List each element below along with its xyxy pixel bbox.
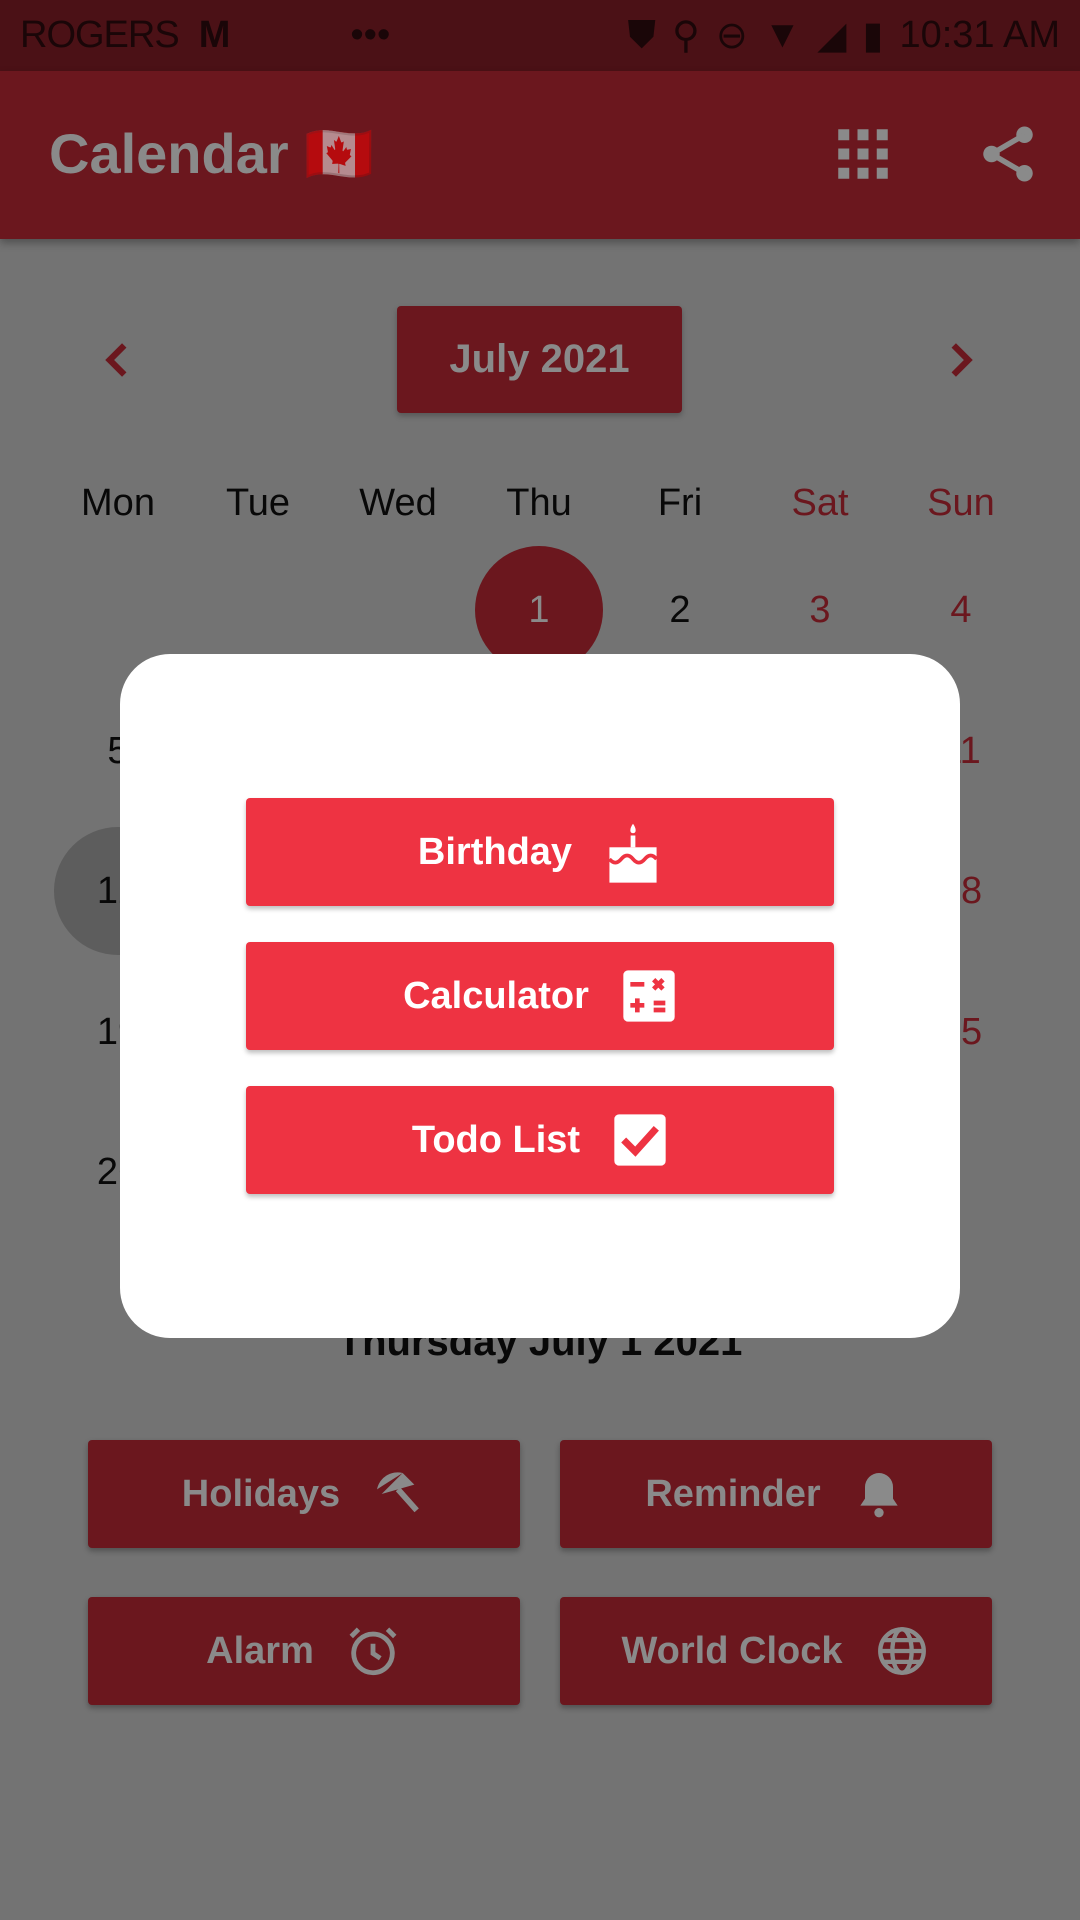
holidays-button[interactable]: Holidays — [88, 1440, 520, 1548]
alarm-clock-icon — [349, 1627, 397, 1676]
weekday-sun: Sun — [927, 482, 995, 524]
reminder-label: Reminder — [645, 1472, 821, 1515]
calculator-icon — [623, 970, 675, 1022]
location-icon: ⚲ — [671, 15, 700, 57]
canada-flag-icon: 🇨🇦 — [304, 122, 374, 185]
month-picker-button[interactable]: July 2021 — [397, 306, 682, 413]
todo-list-button[interactable]: Todo List — [246, 1086, 834, 1194]
world-clock-label: World Clock — [621, 1629, 843, 1672]
signal-icon: ◢ — [817, 15, 847, 57]
battery-icon: ▮ — [862, 15, 884, 57]
bell-icon — [859, 1473, 898, 1518]
prev-month-button[interactable] — [93, 335, 143, 385]
weekday-fri: Fri — [657, 482, 703, 524]
calculator-button[interactable]: Calculator — [246, 942, 834, 1050]
calculator-label: Calculator — [403, 974, 589, 1017]
gmail-icon: M — [198, 14, 231, 56]
birthday-label: Birthday — [417, 830, 573, 873]
more-notifications: ••• — [350, 14, 391, 56]
weekday-thu: Thu — [506, 482, 572, 524]
share-icon[interactable] — [975, 121, 1041, 187]
shield-icon: ⛊ — [627, 14, 656, 56]
reminder-button[interactable]: Reminder — [560, 1440, 992, 1548]
holidays-label: Holidays — [181, 1472, 341, 1515]
todo-list-label: Todo List — [411, 1118, 581, 1161]
weekday-wed: Wed — [359, 482, 437, 524]
checkbox-icon — [614, 1114, 666, 1166]
app-title: Calendar 🇨🇦 — [49, 121, 374, 187]
tools-dialog: Birthday Calculator Todo List — [120, 654, 960, 1338]
grid-icon[interactable] — [830, 121, 896, 187]
world-clock-button[interactable]: World Clock — [560, 1597, 992, 1705]
weekday-tue: Tue — [225, 482, 291, 524]
alarm-label: Alarm — [206, 1629, 314, 1672]
wifi-icon: ▼ — [763, 14, 802, 56]
app-bar: Calendar 🇨🇦 — [0, 71, 1080, 239]
globe-icon — [877, 1627, 926, 1675]
title-text: Calendar — [49, 122, 289, 185]
birthday-button[interactable]: Birthday — [246, 798, 834, 906]
status-bar: ROGERS M ••• ⛊ ⚲ ⊖ ▼ ◢ ▮ 10:31 AM — [0, 0, 1080, 71]
dnd-icon: ⊖ — [715, 15, 748, 57]
beach-umbrella-icon — [377, 1472, 420, 1513]
carrier-label: ROGERS — [20, 14, 180, 56]
alarm-button[interactable]: Alarm — [88, 1597, 520, 1705]
birthday-cake-icon — [608, 823, 659, 883]
next-month-button[interactable] — [935, 335, 985, 385]
weekday-sat: Sat — [791, 482, 849, 524]
clock: 10:31 AM — [899, 14, 1060, 56]
weekday-mon: Mon — [81, 482, 155, 524]
